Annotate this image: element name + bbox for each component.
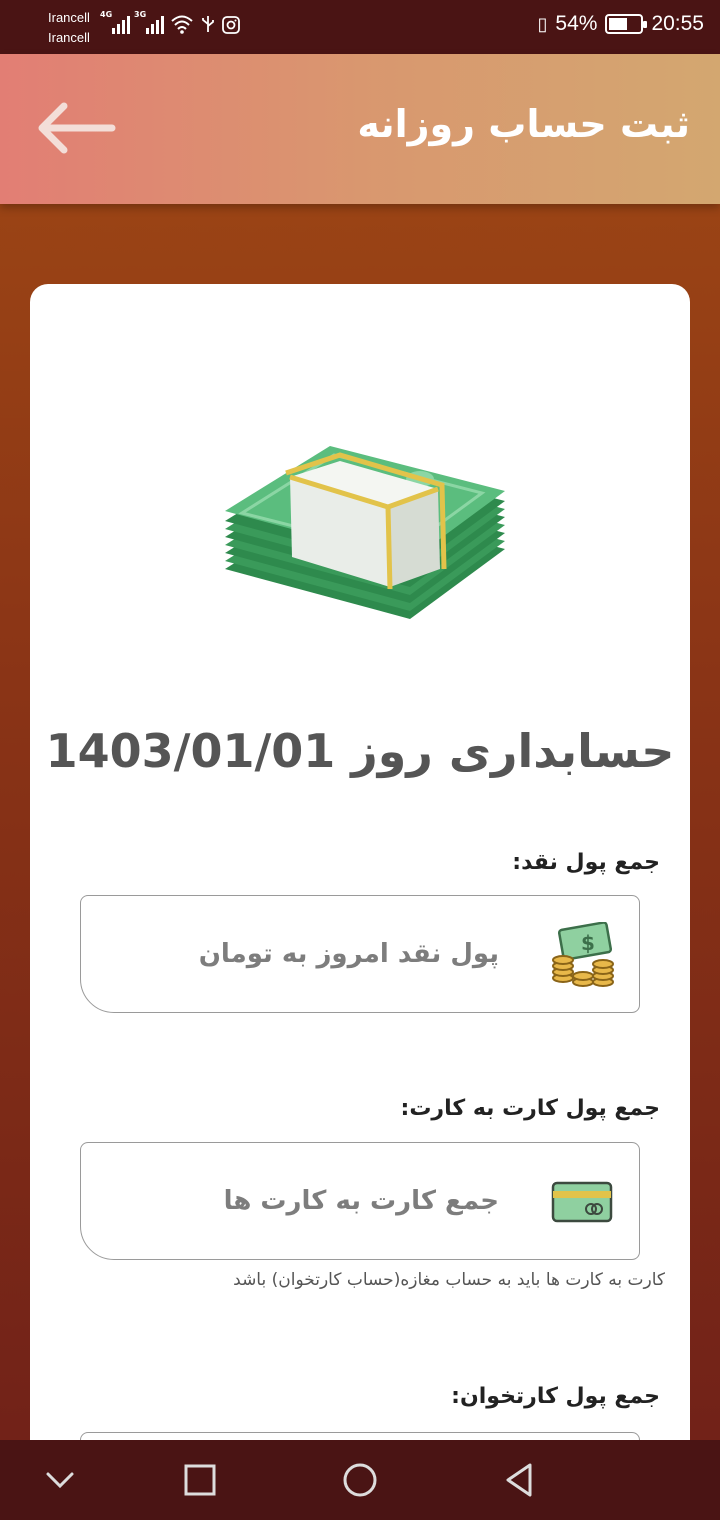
cash-label: جمع پول نقد: bbox=[512, 850, 660, 875]
page-title: ثبت حساب روزانه bbox=[357, 102, 690, 146]
signal-4g-icon: 4G bbox=[100, 10, 130, 34]
carrier-1: Irancell bbox=[48, 10, 90, 25]
day-heading: حسابداری روز 1403/01/01 bbox=[45, 724, 675, 778]
form-card: حسابداری روز 1403/01/01 جمع پول نقد: $ ج… bbox=[30, 284, 690, 1520]
nav-home-button[interactable] bbox=[340, 1460, 380, 1500]
back-triangle-icon bbox=[506, 1463, 532, 1497]
home-circle-icon bbox=[343, 1463, 377, 1497]
cash-input[interactable] bbox=[121, 926, 499, 982]
credit-card-icon bbox=[551, 1181, 613, 1223]
nav-back-button[interactable] bbox=[500, 1460, 540, 1500]
clock: 20:55 bbox=[651, 12, 704, 35]
battery-icon bbox=[605, 14, 648, 34]
navigation-bar bbox=[0, 1440, 720, 1520]
status-bar: Irancell Irancell 4G 3G ▯ 54% 20:55 bbox=[0, 0, 720, 54]
signal-icons: 4G 3G bbox=[100, 10, 240, 34]
arrow-left-icon bbox=[38, 102, 116, 154]
app-bar: ثبت حساب روزانه bbox=[0, 54, 720, 204]
card-to-card-input[interactable] bbox=[121, 1173, 499, 1229]
cash-field[interactable]: $ bbox=[80, 895, 640, 1013]
svg-text:$: $ bbox=[581, 931, 595, 955]
back-button[interactable] bbox=[30, 98, 120, 158]
carrier-2: Irancell bbox=[48, 30, 90, 45]
nav-collapse-button[interactable] bbox=[40, 1460, 80, 1500]
cash-coins-icon: $ bbox=[552, 922, 614, 987]
battery-percent: 54% bbox=[555, 12, 598, 35]
wifi-icon bbox=[171, 15, 193, 34]
nav-recents-button[interactable] bbox=[180, 1460, 220, 1500]
usb-icon bbox=[202, 16, 214, 32]
card-to-card-label: جمع پول کارت به کارت: bbox=[400, 1096, 660, 1121]
card-to-card-field[interactable] bbox=[80, 1142, 640, 1260]
carrier-names: Irancell Irancell bbox=[48, 8, 90, 48]
card-to-card-helper: کارت به کارت ها باید به حساب مغازه(حساب … bbox=[233, 1270, 665, 1290]
pos-label: جمع پول کارتخوان: bbox=[451, 1384, 660, 1409]
recents-square-icon bbox=[184, 1464, 216, 1496]
chevron-down-icon bbox=[46, 1472, 74, 1489]
signal-3g-icon: 3G bbox=[134, 10, 164, 34]
money-stack-icon bbox=[225, 446, 505, 619]
vibrate-icon: ▯ bbox=[537, 13, 548, 34]
instagram-icon bbox=[222, 16, 240, 34]
status-right: ▯ 54% 20:55 bbox=[538, 12, 705, 36]
